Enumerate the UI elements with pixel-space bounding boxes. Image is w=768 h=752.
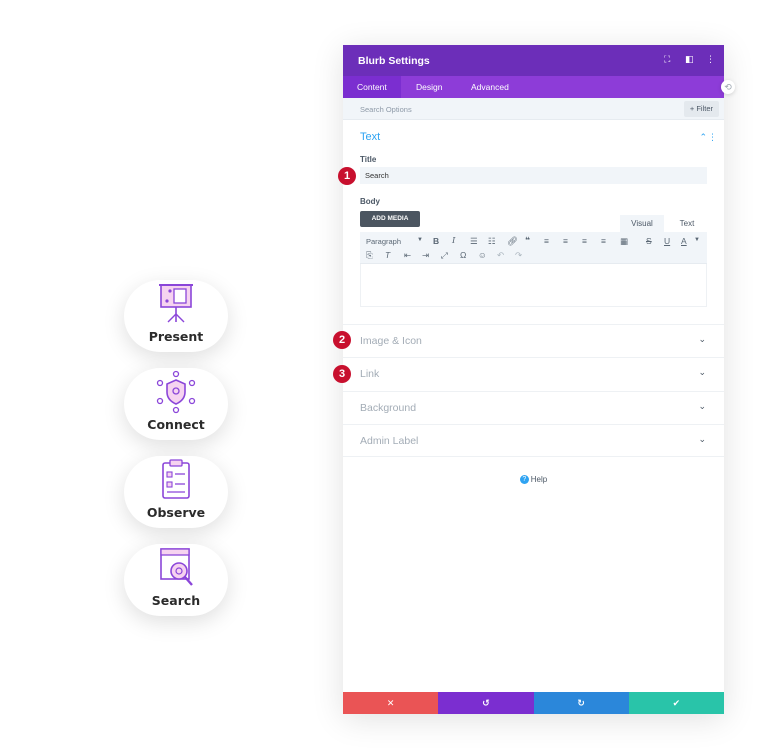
modal-header: Blurb Settings ⛶ ◧ ⋮ bbox=[343, 45, 724, 76]
modal-tabs: Content Design Advanced bbox=[343, 76, 724, 98]
clipboard-checklist-icon bbox=[162, 459, 190, 499]
align-center-icon[interactable]: ≡ bbox=[563, 236, 568, 246]
split-view-icon[interactable]: ◧ bbox=[685, 54, 694, 65]
section-link[interactable]: Link ⌄ bbox=[343, 357, 724, 390]
body-editor[interactable] bbox=[360, 264, 707, 307]
modal-title: Blurb Settings bbox=[358, 55, 430, 67]
outdent-icon[interactable]: ⇤ bbox=[404, 250, 411, 261]
filter-button[interactable]: + Filter bbox=[683, 101, 719, 117]
title-label: Title bbox=[360, 155, 377, 164]
tab-design[interactable]: Design bbox=[416, 82, 442, 92]
editor-tab-visual[interactable]: Visual bbox=[620, 215, 664, 232]
title-field[interactable]: Search bbox=[360, 167, 707, 184]
section-label: Background bbox=[360, 402, 417, 414]
modal-footer: ✕ ↺ ↻ ✔ bbox=[343, 692, 724, 714]
italic-icon[interactable]: I bbox=[452, 236, 455, 246]
help-label: Help bbox=[530, 475, 548, 484]
editor-toolbar: Paragraph ▼ B I ☰ ☷ 🔗︎ ❝ ≡ ≡ ≡ ≡ ▦ S U A… bbox=[360, 232, 707, 264]
marker-3: 3 bbox=[333, 365, 351, 383]
bold-icon[interactable]: B bbox=[433, 236, 439, 246]
indent-icon[interactable]: ⇥ bbox=[422, 250, 429, 261]
table-icon[interactable]: ▦ bbox=[620, 236, 628, 247]
tab-content[interactable]: Content bbox=[343, 76, 401, 98]
settings-modal: Blurb Settings ⛶ ◧ ⋮ Content Design Adva… bbox=[343, 45, 724, 714]
undo-button[interactable]: ↺ bbox=[438, 692, 534, 714]
blurb-search[interactable]: Search bbox=[124, 544, 228, 616]
clear-format-icon[interactable]: T bbox=[385, 250, 390, 260]
redo-button[interactable]: ↻ bbox=[533, 692, 629, 714]
strikethrough-icon[interactable]: S bbox=[646, 236, 652, 246]
search-options-bar[interactable]: Search Options + Filter bbox=[343, 98, 724, 120]
cancel-button[interactable]: ✕ bbox=[343, 692, 439, 714]
text-color-icon[interactable]: A bbox=[681, 236, 687, 246]
section-title-text[interactable]: Text bbox=[360, 131, 380, 143]
section-label: Link bbox=[360, 368, 380, 380]
search-options-input[interactable]: Search Options bbox=[360, 105, 412, 114]
chevron-down-icon: ⌄ bbox=[698, 401, 706, 411]
fullscreen-icon[interactable]: ⛶ bbox=[664, 54, 670, 65]
special-char-icon[interactable]: Ω bbox=[460, 250, 466, 260]
quote-icon[interactable]: ❝ bbox=[525, 235, 530, 246]
browser-search-icon bbox=[160, 548, 193, 586]
section-background[interactable]: Background ⌄ bbox=[343, 391, 724, 424]
text-color-caret-icon[interactable]: ▼ bbox=[694, 237, 700, 243]
body-label: Body bbox=[360, 197, 380, 206]
blurb-title: Present bbox=[148, 329, 204, 344]
collapse-up-icon[interactable]: ⌃ bbox=[699, 132, 707, 143]
chevron-down-icon: ⌄ bbox=[698, 334, 706, 344]
justify-icon[interactable]: ≡ bbox=[601, 236, 606, 246]
fullscreen-editor-icon[interactable]: ⤢ bbox=[441, 250, 448, 261]
drag-handle-icon[interactable]: ⟲ bbox=[721, 80, 735, 94]
blurb-observe[interactable]: Observe bbox=[124, 456, 228, 528]
section-admin-label[interactable]: Admin Label ⌄ bbox=[343, 424, 724, 457]
help-icon: ? bbox=[519, 475, 529, 485]
add-media-button[interactable]: ADD MEDIA bbox=[360, 211, 420, 227]
format-select[interactable]: Paragraph bbox=[366, 237, 401, 246]
blurb-title: Connect bbox=[147, 417, 205, 432]
bullet-list-icon[interactable]: ☰ bbox=[470, 236, 478, 247]
link-icon[interactable]: 🔗︎ bbox=[507, 236, 518, 247]
network-shield-icon bbox=[156, 370, 196, 414]
align-right-icon[interactable]: ≡ bbox=[582, 236, 587, 246]
align-left-icon[interactable]: ≡ bbox=[544, 236, 549, 246]
dropdown-caret-icon[interactable]: ▼ bbox=[417, 237, 423, 243]
marker-2: 2 bbox=[333, 331, 351, 349]
blurb-title: Search bbox=[151, 593, 201, 608]
chevron-down-icon: ⌄ bbox=[698, 434, 706, 444]
redo-icon[interactable]: ↷ bbox=[515, 250, 522, 261]
underline-icon[interactable]: U bbox=[664, 236, 670, 246]
section-label: Image & Icon bbox=[360, 335, 422, 347]
presentation-board-icon bbox=[159, 284, 193, 323]
editor-tab-text[interactable]: Text bbox=[666, 215, 708, 232]
more-options-icon[interactable]: ⋮ bbox=[706, 54, 715, 65]
help-link[interactable]: ? Help bbox=[343, 475, 724, 485]
blurb-present[interactable]: Present bbox=[124, 280, 228, 352]
undo-icon[interactable]: ↶ bbox=[497, 250, 504, 261]
tab-advanced[interactable]: Advanced bbox=[471, 82, 509, 92]
section-menu-icon[interactable]: ⋮ bbox=[708, 132, 717, 143]
blurb-title: Observe bbox=[146, 505, 206, 520]
emoji-icon[interactable]: ☺ bbox=[478, 250, 487, 260]
blurb-connect[interactable]: Connect bbox=[124, 368, 228, 440]
chevron-down-icon: ⌄ bbox=[698, 367, 706, 377]
save-button[interactable]: ✔ bbox=[628, 692, 724, 714]
section-label: Admin Label bbox=[360, 435, 419, 447]
numbered-list-icon[interactable]: ☷ bbox=[488, 236, 496, 247]
section-image-icon[interactable]: Image & Icon ⌄ bbox=[343, 324, 724, 357]
paste-text-icon[interactable]: ⎘ bbox=[366, 250, 373, 261]
marker-1: 1 bbox=[338, 167, 356, 185]
